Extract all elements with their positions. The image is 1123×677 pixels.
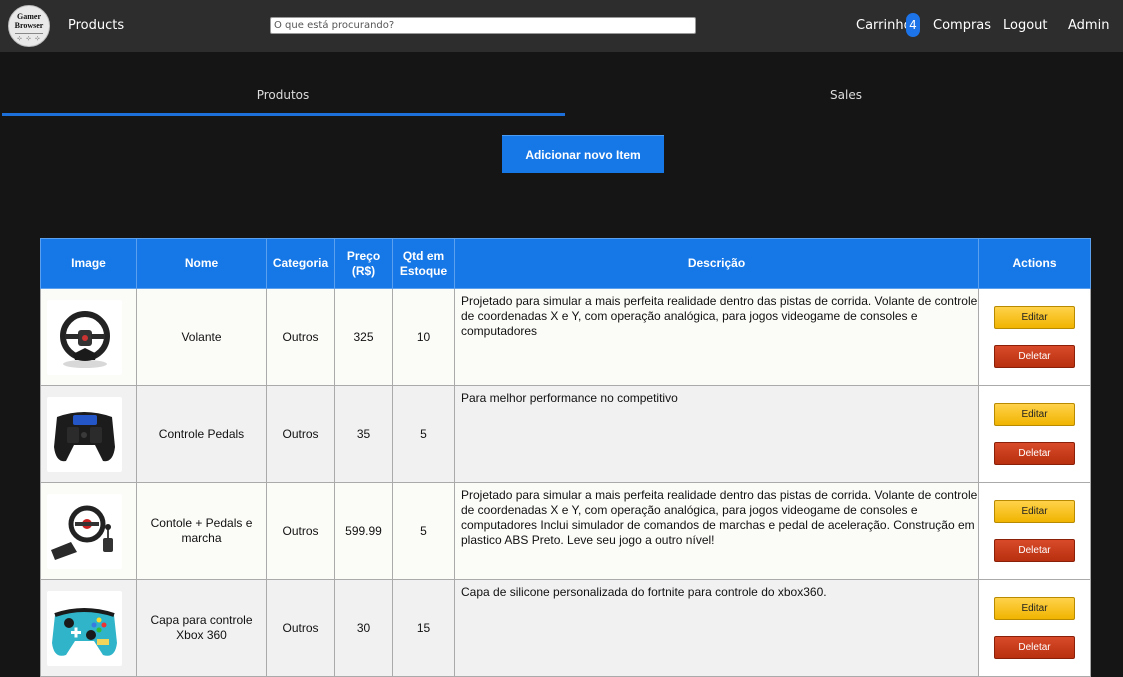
nav-purchases-link[interactable]: Compras [933, 17, 991, 35]
logo-text-line2: Browser [14, 21, 44, 30]
nav-logout-link[interactable]: Logout [1003, 17, 1048, 35]
actions-cell: Editar Deletar [978, 482, 1091, 580]
edit-button[interactable]: Editar [994, 403, 1075, 426]
table-row: Capa para controle Xbox 360 Outros 30 15… [40, 579, 1091, 677]
price-cell: 599.99 [334, 482, 393, 580]
price-cell: 325 [334, 288, 393, 386]
delete-button[interactable]: Deletar [994, 539, 1075, 562]
actions-cell: Editar Deletar [978, 288, 1091, 386]
navbar: Gamer Browser ⊹ ⊹ ⊹ Products Carrinho 4 … [0, 0, 1123, 52]
image-cell [40, 385, 137, 483]
price-cell: 35 [334, 385, 393, 483]
delete-button[interactable]: Deletar [994, 345, 1075, 368]
image-cell [40, 579, 137, 677]
gamepad-icon [54, 411, 115, 461]
xbox-controller-icon [52, 607, 117, 656]
racing-wheel-set-icon [51, 505, 113, 560]
add-new-item-button[interactable]: Adicionar novo Item [502, 135, 664, 173]
stock-cell: 10 [392, 288, 455, 386]
table-row: Controle Pedals Outros 35 5 Para melhor … [40, 385, 1091, 483]
product-image [47, 396, 122, 472]
header-stock: Qtd em Estoque [392, 238, 455, 289]
search-input[interactable] [270, 17, 696, 34]
active-tab-indicator [2, 113, 565, 116]
product-image [47, 590, 122, 666]
delete-button[interactable]: Deletar [994, 636, 1075, 659]
edit-button[interactable]: Editar [994, 500, 1075, 523]
description-cell: Capa de silicone personalizada do fortni… [454, 579, 979, 677]
tab-sales[interactable]: Sales [746, 88, 946, 102]
price-cell: 30 [334, 579, 393, 677]
edit-button[interactable]: Editar [994, 597, 1075, 620]
stock-cell: 5 [392, 482, 455, 580]
logo-text-line1: Gamer [17, 12, 41, 21]
gamer-browser-logo[interactable]: Gamer Browser ⊹ ⊹ ⊹ [8, 5, 50, 47]
logo-divider [15, 33, 43, 34]
category-cell: Outros [266, 288, 335, 386]
description-cell: Para melhor performance no competitivo [454, 385, 979, 483]
name-cell: Controle Pedals [136, 385, 267, 483]
name-cell: Volante [136, 288, 267, 386]
header-actions: Actions [978, 238, 1091, 289]
category-cell: Outros [266, 579, 335, 677]
category-cell: Outros [266, 385, 335, 483]
delete-button[interactable]: Deletar [994, 442, 1075, 465]
header-description: Descrição [454, 238, 979, 289]
table-row: Contole + Pedals e marcha Outros 599.99 … [40, 482, 1091, 580]
logo-text: Gamer Browser [9, 12, 49, 30]
header-name: Nome [136, 238, 267, 289]
header-price: Preço (R$) [334, 238, 393, 289]
actions-cell: Editar Deletar [978, 385, 1091, 483]
image-cell [40, 288, 137, 386]
cart-count-badge: 4 [906, 13, 920, 37]
description-cell: Projetado para simular a mais perfeita r… [454, 482, 979, 580]
edit-button[interactable]: Editar [994, 306, 1075, 329]
category-cell: Outros [266, 482, 335, 580]
actions-cell: Editar Deletar [978, 579, 1091, 677]
product-image [47, 493, 122, 569]
products-table: Image Nome Categoria Preço (R$) Qtd em E… [40, 238, 1091, 677]
image-cell [40, 482, 137, 580]
header-image: Image [40, 238, 137, 289]
table-header-row: Image Nome Categoria Preço (R$) Qtd em E… [40, 238, 1091, 289]
name-cell: Capa para controle Xbox 360 [136, 579, 267, 677]
nav-admin-link[interactable]: Admin [1068, 17, 1109, 35]
logo-decoration: ⊹ ⊹ ⊹ [17, 35, 41, 42]
table-row: Volante Outros 325 10 Projetado para sim… [40, 288, 1091, 386]
nav-cart-link[interactable]: Carrinho [856, 17, 912, 35]
steering-wheel-icon [60, 310, 110, 368]
product-image [47, 299, 122, 375]
tab-produtos[interactable]: Produtos [183, 88, 383, 102]
header-category: Categoria [266, 238, 335, 289]
name-cell: Contole + Pedals e marcha [136, 482, 267, 580]
nav-products-link[interactable]: Products [68, 17, 124, 35]
stock-cell: 15 [392, 579, 455, 677]
stock-cell: 5 [392, 385, 455, 483]
description-cell: Projetado para simular a mais perfeita r… [454, 288, 979, 386]
